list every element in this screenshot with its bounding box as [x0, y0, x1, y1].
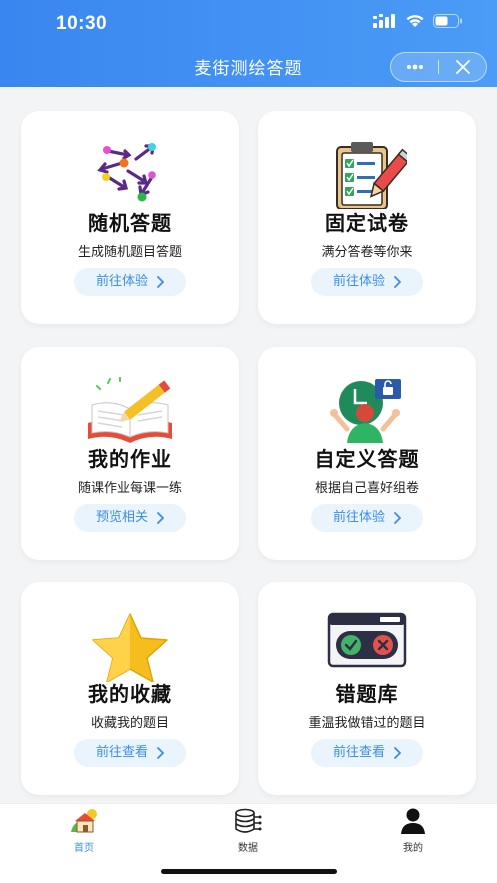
- card-subtitle: 重温我做错过的题目: [308, 716, 426, 731]
- card-icon-wrap: [258, 612, 476, 678]
- chevron-right-icon: [394, 276, 401, 288]
- card-icon-wrap: [21, 377, 239, 443]
- home-indicator: [161, 869, 337, 874]
- card-action-button[interactable]: 前往体验: [311, 504, 423, 532]
- cellular-signal-icon: [373, 14, 395, 28]
- wifi-icon: [406, 15, 424, 27]
- card-wrong-answers[interactable]: 错题库 重温我做错过的题目 前往查看: [258, 582, 476, 795]
- home-icon: [71, 809, 97, 833]
- status-icons: [373, 14, 463, 28]
- tab-label: 首页: [74, 843, 94, 854]
- chevron-right-icon: [394, 512, 401, 524]
- card-subtitle: 满分答卷等你来: [321, 245, 413, 260]
- card-icon-wrap: [21, 612, 239, 682]
- custom-person-icon: [330, 379, 401, 443]
- header-bar: 10:30 麦街测绘答题: [0, 0, 497, 87]
- card-action-button[interactable]: 前往查看: [311, 739, 423, 767]
- more-dots-icon: [406, 64, 423, 70]
- card-subtitle: 生成随机题目答题: [77, 245, 182, 260]
- card-action-button[interactable]: 前往查看: [74, 739, 186, 767]
- card-title: 错题库: [335, 682, 399, 706]
- card-title: 固定试卷: [325, 211, 409, 235]
- tab-home[interactable]: 首页: [54, 808, 114, 854]
- card-action-label: 前往查看: [332, 745, 385, 760]
- database-icon: [235, 808, 262, 833]
- tab-data[interactable]: 数据: [218, 808, 278, 854]
- star-icon: [92, 613, 168, 682]
- status-bar: 10:30: [0, 0, 497, 46]
- close-icon: [455, 60, 470, 74]
- card-title: 我的作业: [88, 447, 172, 471]
- card-action-label: 前往体验: [332, 274, 385, 289]
- chevron-right-icon: [157, 512, 164, 524]
- card-action-label: 前往体验: [95, 274, 148, 289]
- chevron-right-icon: [157, 747, 164, 759]
- card-action-label: 前往查看: [95, 745, 148, 760]
- card-action-label: 前往体验: [332, 510, 385, 525]
- card-my-favorites[interactable]: 我的收藏 收藏我的题目 前往查看: [21, 582, 239, 795]
- card-title: 自定义答题: [314, 447, 420, 471]
- more-button[interactable]: [391, 52, 438, 82]
- card-my-homework[interactable]: 我的作业 随课作业每课一练 预览相关: [21, 347, 239, 560]
- card-title: 我的收藏: [88, 682, 172, 706]
- card-icon-wrap: [258, 377, 476, 443]
- card-action-button[interactable]: 前往体验: [311, 268, 423, 296]
- card-custom-quiz[interactable]: 自定义答题 根据自己喜好组卷 前往体验: [258, 347, 476, 560]
- card-action-button[interactable]: 前往体验: [74, 268, 186, 296]
- card-action-button[interactable]: 预览相关: [74, 504, 186, 532]
- close-button[interactable]: [439, 52, 486, 82]
- card-subtitle: 随课作业每课一练: [77, 481, 182, 496]
- card-random-quiz[interactable]: 随机答题 生成随机题目答题 前往体验: [21, 111, 239, 324]
- status-time: 10:30: [56, 13, 108, 34]
- battery-icon: [433, 14, 462, 28]
- card-icon-wrap: [258, 141, 476, 209]
- random-arrows-icon: [97, 143, 156, 202]
- card-action-label: 预览相关: [95, 510, 148, 525]
- card-subtitle: 根据自己喜好组卷: [314, 481, 419, 496]
- card-subtitle: 收藏我的题目: [90, 716, 169, 731]
- card-icon-wrap: [21, 141, 239, 207]
- tab-label: 我的: [403, 843, 423, 854]
- clipboard-checklist-icon: [336, 142, 407, 209]
- chevron-right-icon: [157, 276, 164, 288]
- tab-mine[interactable]: 我的: [383, 808, 443, 854]
- mini-program-capsule: [390, 52, 487, 82]
- tab-label: 数据: [238, 843, 258, 854]
- wrong-answers-window-icon: [327, 612, 407, 668]
- user-icon: [401, 808, 425, 834]
- book-pencil-icon: [88, 377, 172, 443]
- chevron-right-icon: [394, 747, 401, 759]
- card-fixed-paper[interactable]: 固定试卷 满分答卷等你来 前往体验: [258, 111, 476, 324]
- card-title: 随机答题: [88, 211, 172, 235]
